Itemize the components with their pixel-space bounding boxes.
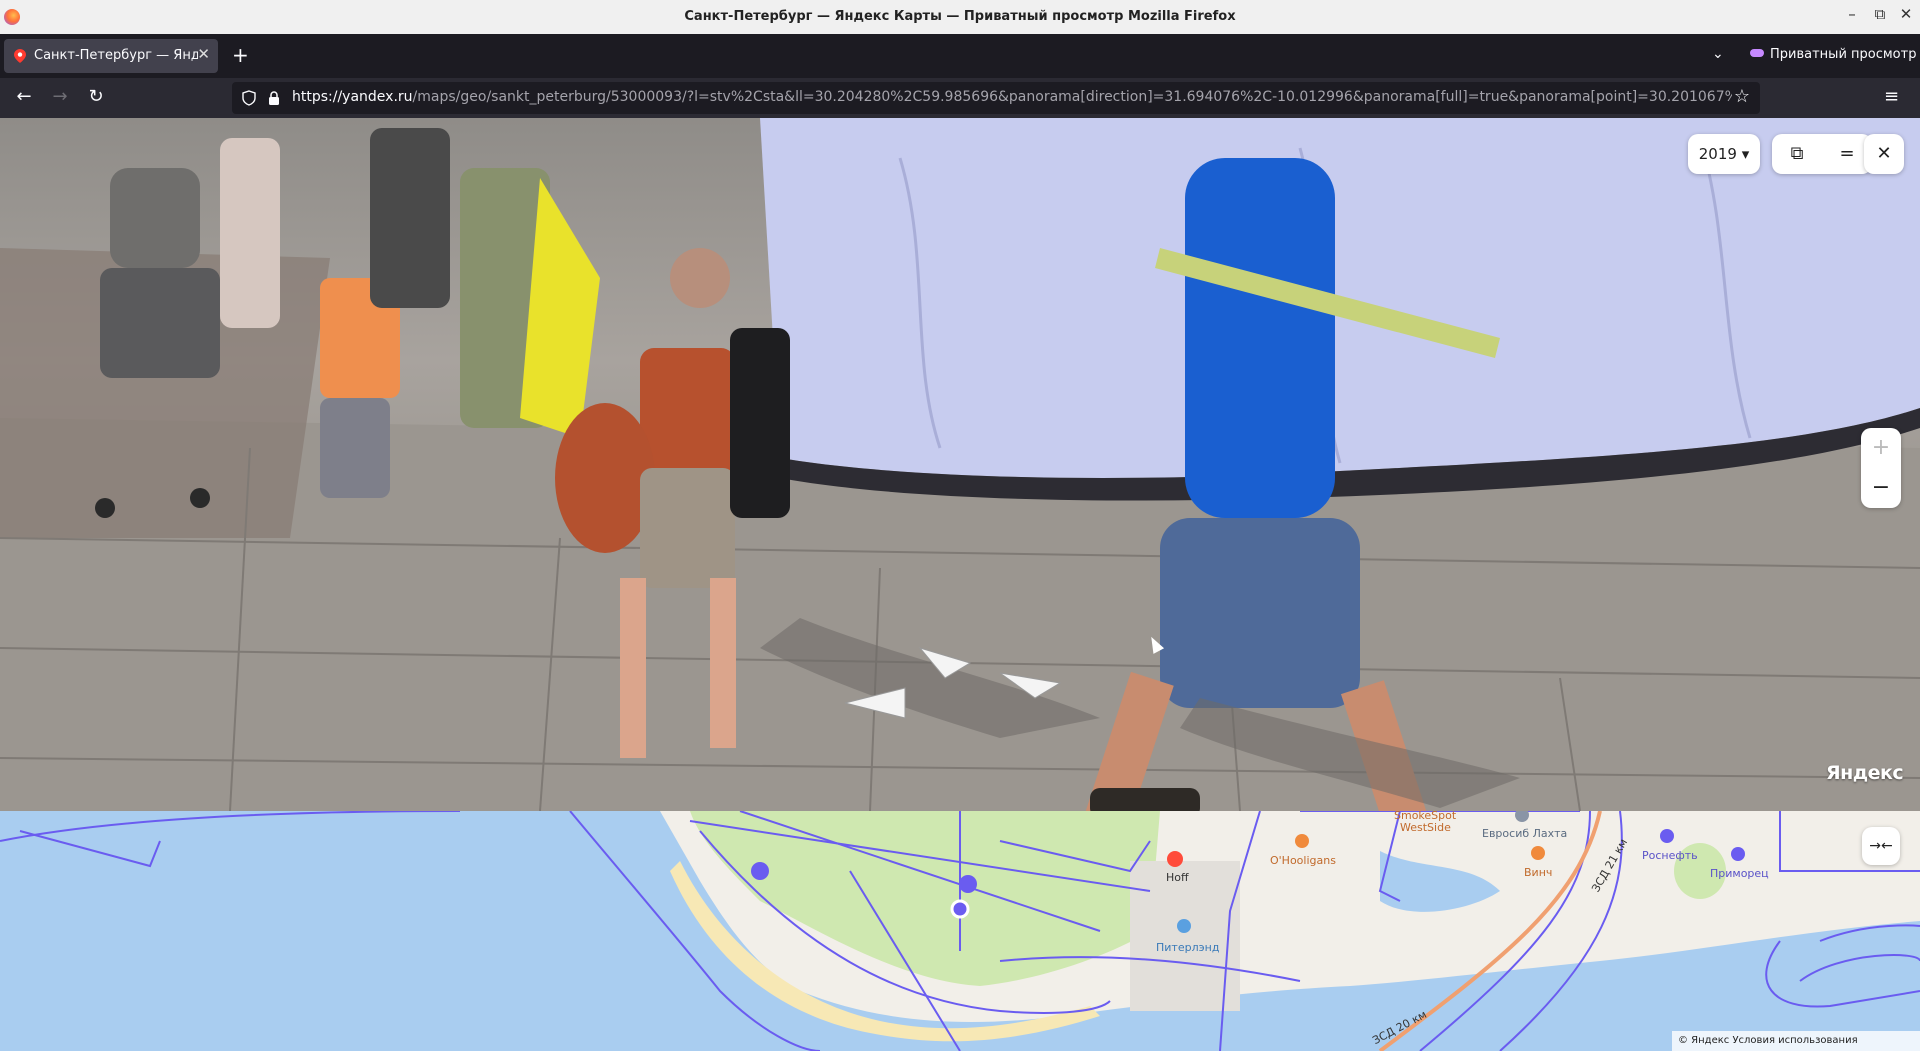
back-button[interactable]: ←: [12, 86, 36, 107]
tab-bar: Санкт-Петербург — Яндекс Карты ✕ + ⌄ При…: [0, 34, 1920, 78]
forward-button[interactable]: →: [48, 86, 72, 107]
navigation-toolbar: ← → ↻ https://yandex.ru/maps/geo/sankt_p…: [0, 78, 1920, 118]
new-tab-button[interactable]: +: [232, 43, 249, 67]
open-external-icon[interactable]: ⧉: [1772, 134, 1822, 174]
private-label: Приватный просмотр: [1770, 47, 1917, 62]
private-browsing-indicator: Приватный просмотр: [1750, 47, 1916, 62]
private-mask-icon: [1750, 49, 1764, 57]
tracking-protection-shield-icon[interactable]: [242, 90, 256, 106]
piterlend-pin-icon: [1177, 919, 1191, 933]
panorama-balloon-icon: [751, 862, 769, 880]
street-panorama[interactable]: 2019 ▾ ⧉ = ✕ + − Яндекс: [0, 118, 1920, 811]
window-close-icon[interactable]: ✕: [1896, 5, 1916, 23]
page-viewport: 2019 ▾ ⧉ = ✕ + − Яндекс SmokeSpot WestSi…: [0, 118, 1920, 1051]
panorama-year-select[interactable]: 2019 ▾: [1688, 134, 1760, 174]
primorets-pin-icon: [1731, 847, 1745, 861]
hoff-pin-icon: [1167, 851, 1183, 867]
tab-yandex-maps[interactable]: Санкт-Петербург — Яндекс Карты ✕: [4, 39, 218, 73]
zoom-in-button[interactable]: +: [1861, 428, 1901, 468]
url-text[interactable]: https://yandex.ru/maps/geo/sankt_peterbu…: [292, 89, 1732, 105]
ohooligans-pin-icon: [1295, 834, 1309, 848]
map-label-hoff: Hoff: [1166, 871, 1189, 884]
url-bar[interactable]: https://yandex.ru/maps/geo/sankt_peterbu…: [232, 82, 1760, 114]
minimize-icon[interactable]: –: [1842, 5, 1862, 23]
panorama-toolbar: ⧉ =: [1772, 134, 1872, 174]
map-canvas: [0, 811, 1920, 1051]
tab-label: Санкт-Петербург — Яндекс Карты: [34, 48, 198, 63]
panorama-scene: [0, 118, 1920, 811]
window-titlebar: Санкт-Петербург — Яндекс Карты — Приватн…: [0, 0, 1920, 34]
restore-icon[interactable]: ⧉: [1870, 5, 1890, 23]
map-label-evrosib: Евросиб Лахта: [1482, 827, 1568, 840]
collapse-map-button[interactable]: →←: [1862, 827, 1900, 865]
mini-map[interactable]: SmokeSpot WestSide Евросиб Лахта O'Hooli…: [0, 811, 1920, 1051]
zoom-out-button[interactable]: −: [1861, 468, 1901, 508]
vinch-pin-icon: [1531, 846, 1545, 860]
yandex-maps-pin-icon: [14, 49, 26, 63]
close-panorama-button[interactable]: ✕: [1864, 134, 1904, 174]
list-all-tabs-icon[interactable]: ⌄: [1712, 46, 1724, 62]
yandex-brand-logo: Яндекс: [1826, 762, 1904, 784]
map-label-primorets: Приморец: [1710, 867, 1769, 880]
map-label-rosneft: Роснефть: [1642, 849, 1698, 862]
map-label-vinch: Винч: [1524, 866, 1553, 879]
bookmark-star-icon[interactable]: ☆: [1734, 86, 1750, 107]
map-copyright[interactable]: © Яндекс Условия использования: [1672, 1031, 1920, 1051]
window-title: Санкт-Петербург — Яндекс Карты — Приватн…: [684, 9, 1236, 24]
map-label-piterlend: Питерлэнд: [1156, 941, 1220, 954]
zoom-controls: + −: [1861, 428, 1901, 508]
map-label-ohooligans: O'Hooligans: [1270, 854, 1336, 867]
rosneft-pin-icon: [1660, 829, 1674, 843]
panorama-balloon-icon: [959, 875, 977, 893]
lock-icon[interactable]: [268, 91, 280, 105]
reload-button[interactable]: ↻: [84, 86, 108, 107]
current-location-marker-icon: [950, 899, 970, 919]
app-menu-button[interactable]: ≡: [1884, 86, 1899, 107]
map-label-westside: WestSide: [1400, 821, 1451, 834]
tab-close-icon[interactable]: ✕: [197, 45, 210, 63]
